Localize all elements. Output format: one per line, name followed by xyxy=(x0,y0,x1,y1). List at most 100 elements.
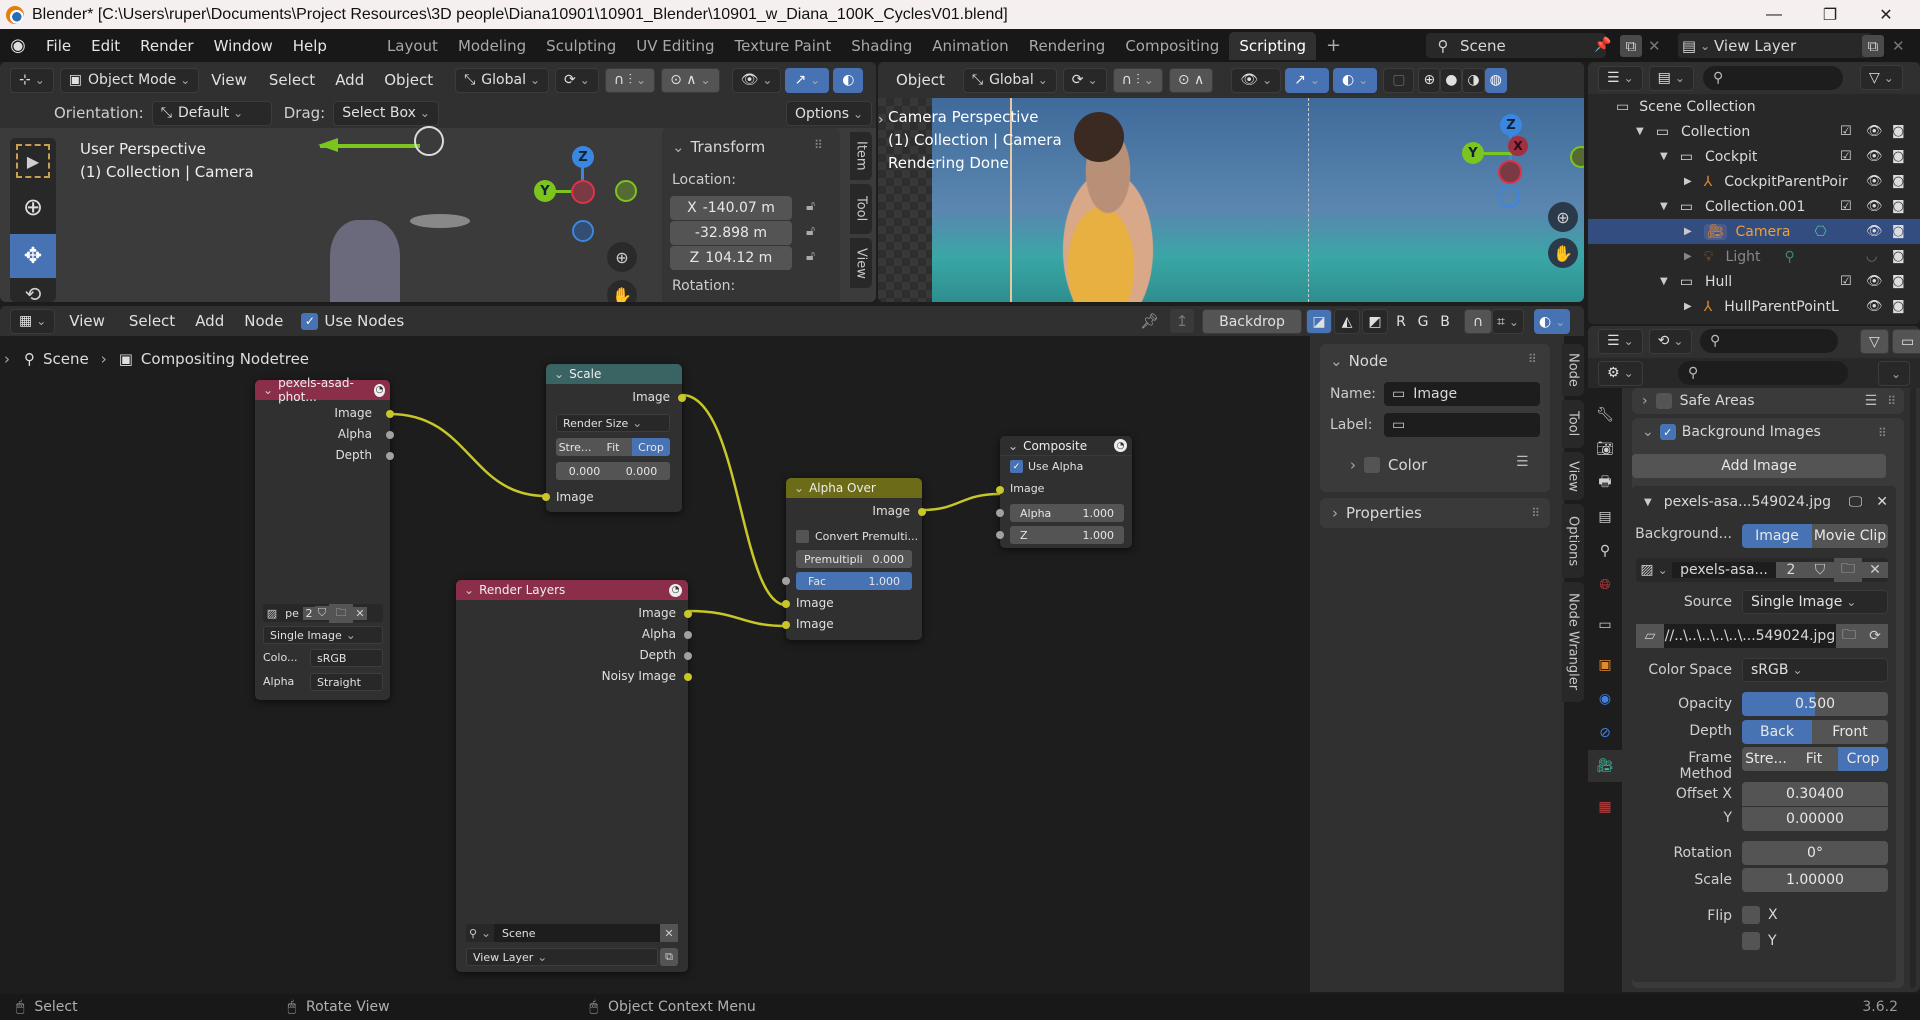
rl-scene-selector[interactable]: ⚲ Scene ✕ xyxy=(466,924,678,942)
backdrop-alpha-icon[interactable]: ◩ xyxy=(1362,309,1388,334)
frame-stretch-button[interactable]: Stre... xyxy=(1742,747,1790,771)
alpha-over-node[interactable]: ⌄ Alpha Over Image Convert Premulti... Pr… xyxy=(782,478,926,640)
view-layer-tab-icon[interactable]: ▤ xyxy=(1594,506,1616,528)
compositor-node-editor[interactable]: ▦ View Select Add Node ✓Use Nodes 📌︎ ↥ B… xyxy=(0,306,1584,992)
alpha-over-input-1-socket[interactable] xyxy=(782,600,790,608)
depth-back-button[interactable]: Back xyxy=(1742,720,1812,744)
fake-user-icon[interactable]: ⛉ xyxy=(1806,562,1834,578)
premultiplied-field[interactable]: Premultipli 0.000 xyxy=(796,550,912,568)
properties-panel[interactable]: › Properties ⠿ xyxy=(1320,498,1550,528)
blender-menu-icon[interactable]: ◉ xyxy=(0,35,36,56)
render-camera-icon[interactable]: ◙ xyxy=(1892,224,1905,239)
color-space-dropdown[interactable]: sRGB xyxy=(1742,658,1888,682)
image-users-count[interactable]: 2 xyxy=(1776,562,1806,578)
drag-dropdown[interactable]: Select Box xyxy=(333,100,439,126)
opacity-slider[interactable]: 0.500 xyxy=(1742,692,1888,716)
gizmo-z-axis[interactable]: Z xyxy=(572,146,594,168)
composite-z-field[interactable]: Z 1.000 xyxy=(1010,526,1124,544)
properties-options-dropdown[interactable] xyxy=(1878,361,1911,386)
node-tab-tool[interactable]: Tool xyxy=(1562,400,1584,448)
browse-file-icon[interactable]: 🗀 xyxy=(1836,624,1862,648)
right-snap-toggle[interactable]: ∩ ⫶ xyxy=(1112,67,1163,93)
image-source-dropdown[interactable]: Single Image xyxy=(263,626,383,644)
cam-gizmo-x-axis[interactable]: X xyxy=(1508,136,1528,156)
show-in-viewport-icon[interactable]: 🖵 xyxy=(1849,494,1863,510)
cam-gizmo-neg-x-axis[interactable] xyxy=(1498,160,1522,184)
offset-x-field[interactable]: 0.30400 xyxy=(1742,782,1888,806)
right-overlay-toggle[interactable]: ◐ xyxy=(1332,67,1378,93)
backdrop-blue-channel[interactable]: B xyxy=(1434,309,1456,334)
backdrop-green-channel[interactable]: G xyxy=(1412,309,1434,334)
image-node-header[interactable]: ⌄ pexels-asad-phot... ◔ xyxy=(255,376,390,404)
menu-file[interactable]: File xyxy=(36,37,81,55)
node-name-input[interactable]: ▭ Image xyxy=(1384,382,1540,406)
tab-uv-editing[interactable]: UV Editing xyxy=(626,32,724,60)
physics-tab-icon[interactable]: ◉ xyxy=(1594,688,1616,710)
shading-wireframe-button[interactable]: ⊕ xyxy=(1418,67,1441,93)
eye-closed-icon[interactable]: ◡ xyxy=(1866,249,1877,264)
viewport-menu-add[interactable]: Add xyxy=(325,71,374,89)
tool-tab-icon[interactable]: 🔧︎ xyxy=(1594,404,1616,426)
sidebar-tab-item[interactable]: Item xyxy=(850,132,872,180)
color-presets-icon[interactable]: ☰ xyxy=(1516,454,1529,470)
xray-toggle[interactable]: ▢ xyxy=(1383,67,1415,93)
exclude-checkbox[interactable]: ☑ xyxy=(1840,149,1852,164)
color-space-dropdown[interactable]: sRGB xyxy=(310,649,383,667)
drag-handle-icon[interactable]: ⠿ xyxy=(814,138,823,152)
fit-crop-button[interactable]: Crop xyxy=(632,438,670,456)
composite-z-socket[interactable] xyxy=(996,531,1004,539)
object-mode-dropdown[interactable]: ▣ Object Mode xyxy=(59,67,200,93)
menu-render[interactable]: Render xyxy=(130,37,203,55)
node-tab-view[interactable]: View xyxy=(1562,452,1584,500)
bg-image-datablock[interactable]: ▨ pexels-asa... 2 ⛉ 🗀 ✕ xyxy=(1636,558,1888,582)
drag-handle-icon[interactable]: ⠿ xyxy=(1531,506,1540,520)
rl-depth-output-socket[interactable] xyxy=(684,652,692,660)
drag-handle-icon[interactable]: ⠿ xyxy=(1878,426,1887,440)
exclude-checkbox[interactable]: ☑ xyxy=(1840,274,1852,289)
viewport-right-menu-object[interactable]: Object xyxy=(878,71,963,89)
composite-node[interactable]: ⌄ Composite ◔ ✓ Use Alpha Image Alpha 1.000 … xyxy=(996,436,1132,548)
bg-source-movie-clip-button[interactable]: Movie Clip xyxy=(1812,524,1888,548)
node-tab-options[interactable]: Options xyxy=(1562,504,1584,578)
properties-sync-icon[interactable]: ⟲ xyxy=(1648,328,1693,354)
scale-field[interactable]: 1.00000 xyxy=(1742,868,1888,892)
3d-viewport-camera[interactable]: Object ⤡Global ⟳ ∩ ⫶ ⊙ ∧ 👁 ↗ ◐ ▢ ⊕ ● ◑ ◍… xyxy=(878,62,1584,302)
location-y-field[interactable]: -32.898 m xyxy=(670,221,792,245)
gizmo-toggle[interactable]: ↗ xyxy=(785,67,830,93)
gizmo-neg-x-axis[interactable] xyxy=(571,180,595,204)
background-images-checkbox[interactable]: ✓ xyxy=(1659,424,1676,440)
node-overlay-toggle[interactable]: ◐ xyxy=(1534,309,1571,334)
exclude-checkbox[interactable]: ☑ xyxy=(1840,124,1852,139)
background-images-header[interactable]: ⌄ ✓ Background Images xyxy=(1642,424,1821,440)
depth-output-socket[interactable] xyxy=(386,452,394,460)
frame-fit-button[interactable]: Fit xyxy=(1790,747,1838,771)
alpha-over-output-socket[interactable] xyxy=(918,508,926,516)
backdrop-red-channel[interactable]: R xyxy=(1390,309,1412,334)
orientation-dropdown[interactable]: ⤡ Default xyxy=(151,100,272,126)
right-transform-orientation-dropdown[interactable]: ⤡ Global xyxy=(962,67,1057,93)
proportional-edit-toggle[interactable]: ⊙ ∧ xyxy=(661,67,720,93)
cam-gizmo-neg-z-axis[interactable] xyxy=(1498,186,1520,208)
location-x-field[interactable]: X -140.07 m xyxy=(670,196,792,220)
node-tab-node[interactable]: Node xyxy=(1562,344,1584,396)
remove-bg-image-icon[interactable]: ✕ xyxy=(1876,494,1888,510)
composite-preview-icon[interactable]: ◔ xyxy=(1114,439,1127,452)
options-dropdown[interactable]: Options xyxy=(786,101,873,126)
fit-stretch-button[interactable]: Stre... xyxy=(556,438,594,456)
scene-icon[interactable]: ⚲ xyxy=(466,924,494,942)
outliner-filter-button[interactable]: ▽ xyxy=(1860,65,1903,90)
render-camera-icon[interactable]: ◙ xyxy=(1892,249,1905,264)
light-data-icon[interactable]: ⚲ xyxy=(1784,249,1794,265)
collection-tab-icon[interactable]: ▭ xyxy=(1594,614,1616,636)
users-count[interactable]: 2 xyxy=(303,606,315,620)
transform-orientation-dropdown[interactable]: ⤡ Global xyxy=(455,67,550,93)
camera-data-icon[interactable]: ⎔ xyxy=(1814,224,1826,240)
render-camera-icon[interactable]: ◙ xyxy=(1892,299,1905,314)
tab-rendering[interactable]: Rendering xyxy=(1019,32,1116,60)
collapse-chevron-icon[interactable]: ⌄ xyxy=(794,481,804,495)
expand-arrow-icon[interactable]: ▶ xyxy=(1684,301,1692,312)
right-visibility-dropdown[interactable]: 👁 xyxy=(1231,67,1282,93)
color-checkbox[interactable] xyxy=(1364,457,1380,473)
convert-premultiplied-checkbox[interactable]: Convert Premulti... xyxy=(796,530,918,543)
bg-source-image-button[interactable]: Image xyxy=(1742,524,1812,548)
